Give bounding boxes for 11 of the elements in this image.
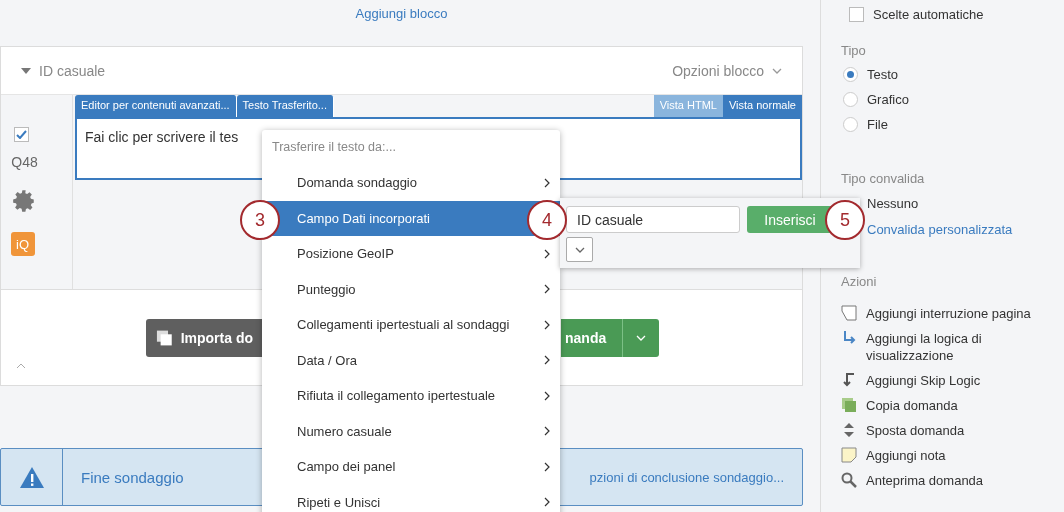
menu-header: Trasferire il testo da:... xyxy=(272,140,396,154)
radio-label: File xyxy=(867,117,888,132)
section-heading: Tipo convalida xyxy=(841,171,926,186)
radio-label: Testo xyxy=(867,67,899,82)
section-heading: Tipo xyxy=(841,43,867,58)
checkbox-label: Scelte automatiche xyxy=(873,7,984,22)
end-of-survey-title: Fine sondaggio xyxy=(81,468,184,486)
block-title: ID casuale xyxy=(39,62,106,79)
question-number: Q48 xyxy=(11,154,38,170)
section-heading: Azioni xyxy=(841,274,878,289)
radio-label: Grafico xyxy=(867,92,909,107)
